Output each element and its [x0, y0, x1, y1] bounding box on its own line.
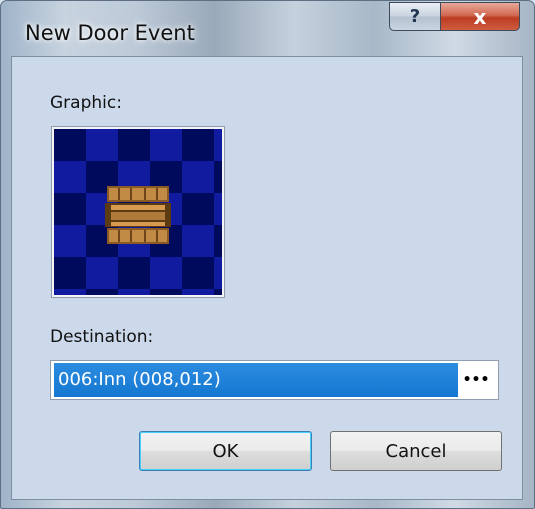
dialog-window: New Door Event ? x Graphic: Destination:… — [0, 0, 535, 509]
dialog-body: Graphic: Destination: 006:Inn (008,012) … — [11, 56, 523, 500]
title-bar[interactable]: New Door Event ? x — [1, 1, 534, 55]
close-button[interactable]: x — [440, 2, 520, 31]
help-button[interactable]: ? — [389, 2, 440, 31]
graphic-picker[interactable] — [51, 126, 225, 298]
close-icon: x — [473, 4, 487, 29]
door-icon — [105, 186, 171, 244]
browse-button[interactable]: ••• — [458, 363, 494, 397]
window-title: New Door Event — [25, 21, 195, 45]
graphic-label: Graphic: — [50, 93, 122, 113]
help-icon: ? — [409, 6, 421, 27]
graphic-preview — [54, 129, 222, 295]
caption-buttons: ? x — [389, 2, 520, 31]
destination-label: Destination: — [50, 327, 154, 347]
destination-field[interactable]: 006:Inn (008,012) ••• — [50, 360, 499, 400]
cancel-button[interactable]: Cancel — [330, 431, 502, 471]
destination-value[interactable]: 006:Inn (008,012) — [54, 363, 458, 397]
ok-button[interactable]: OK — [139, 431, 312, 471]
